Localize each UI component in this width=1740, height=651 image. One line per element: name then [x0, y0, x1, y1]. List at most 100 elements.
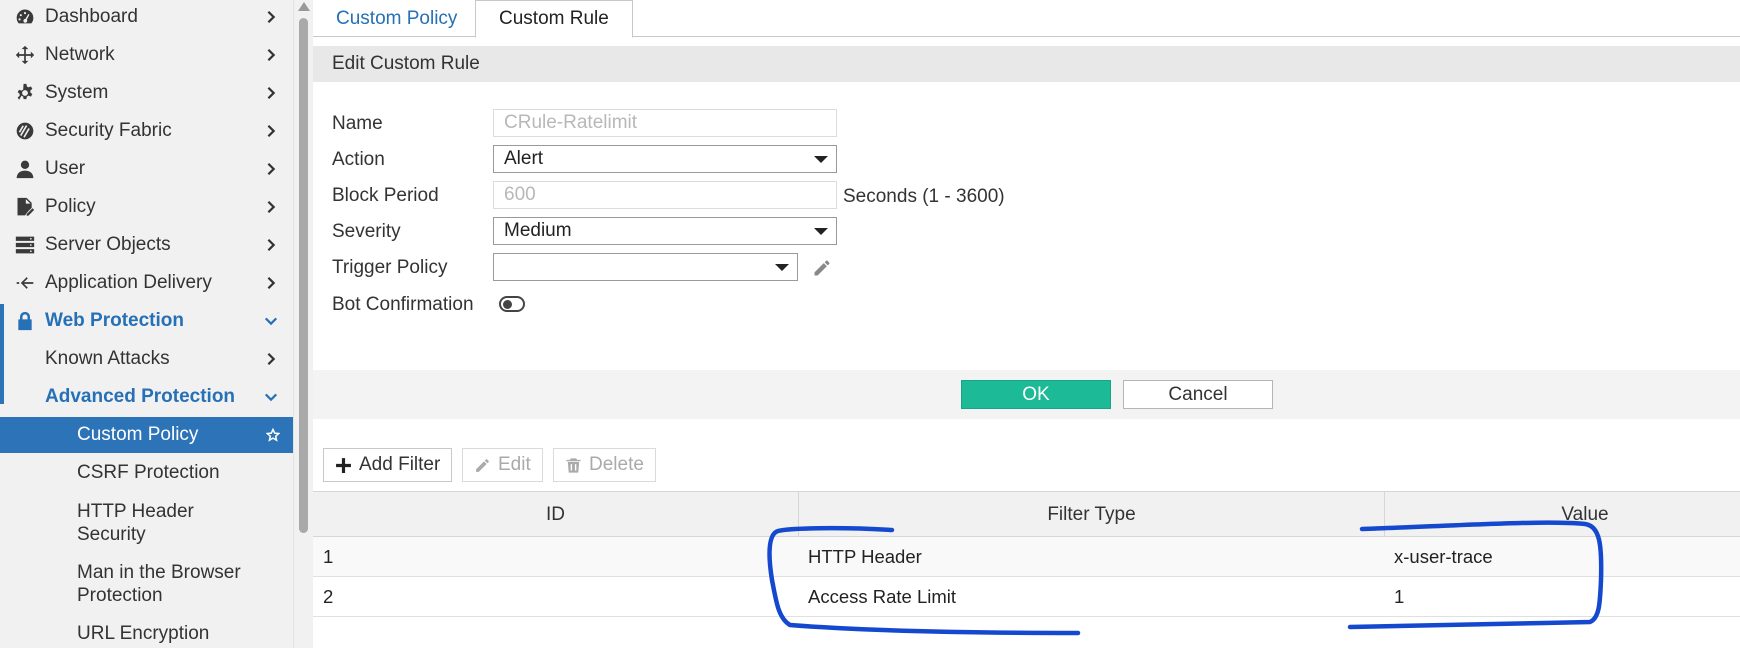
cell-id: 2 [323, 585, 334, 607]
chevron-down-icon [263, 313, 279, 329]
sidebar-item-known-attacks[interactable]: Known Attacks [0, 342, 293, 376]
sidebar: Dashboard Network System Security Fabric… [0, 0, 293, 648]
scrollbar-thumb[interactable] [299, 18, 308, 533]
caret-down-icon [814, 156, 828, 163]
user-icon [14, 158, 36, 180]
sidebar-item-label: CSRF Protection [77, 462, 220, 483]
bot-confirmation-toggle[interactable] [499, 296, 525, 312]
sidebar-item-label: Application Delivery [45, 272, 212, 293]
star-icon[interactable] [261, 423, 285, 447]
chevron-right-icon [263, 123, 279, 139]
action-select-value: Alert [504, 148, 544, 169]
sidebar-item-custom-policy[interactable]: Custom Policy [0, 417, 293, 453]
toggle-knob [503, 299, 512, 309]
cell-id: 1 [323, 545, 334, 567]
block-period-label: Block Period [332, 185, 439, 206]
form-button-bar: OK Cancel [313, 370, 1740, 419]
caret-down-icon [814, 228, 828, 235]
sidebar-item-label: Known Attacks [45, 348, 170, 369]
table-row[interactable]: 2 Access Rate Limit 1 [313, 577, 1740, 617]
sidebar-item-server-objects[interactable]: Server Objects [0, 228, 293, 262]
dashboard-icon [14, 6, 36, 28]
sidebar-item-label: Advanced Protection [45, 386, 236, 407]
delete-button[interactable]: Delete [553, 448, 656, 482]
table-row[interactable]: 1 HTTP Header x-user-trace [313, 537, 1740, 577]
sidebar-item-label: System [45, 82, 109, 103]
sidebar-item-man-in-the-browser[interactable]: Man in the Browser Protection [0, 560, 293, 608]
tab-custom-policy[interactable]: Custom Policy [313, 0, 480, 37]
action-label: Action [332, 149, 385, 170]
sidebar-item-label: Network [45, 44, 115, 65]
name-field[interactable]: CRule-Ratelimit [493, 109, 837, 137]
pencil-icon[interactable] [812, 258, 832, 284]
application-delivery-icon [14, 272, 36, 294]
main-content: Custom Policy Custom Rule Edit Custom Ru… [313, 0, 1740, 648]
sidebar-item-label: Server Objects [45, 234, 171, 255]
chevron-right-icon [263, 161, 279, 177]
policy-document-icon [14, 196, 36, 218]
cancel-button[interactable]: Cancel [1123, 380, 1273, 409]
sidebar-item-network[interactable]: Network [0, 38, 293, 72]
sidebar-item-policy[interactable]: Policy [0, 190, 293, 224]
severity-label: Severity [332, 221, 401, 242]
bot-confirmation-label: Bot Confirmation [332, 294, 474, 315]
sidebar-item-label: User [45, 158, 86, 179]
edit-label: Edit [498, 454, 531, 475]
caret-down-icon [775, 264, 789, 271]
column-header-id[interactable]: ID [313, 492, 799, 537]
block-period-field[interactable]: 600 [493, 181, 837, 209]
cell-filter-type: Access Rate Limit [808, 585, 957, 607]
chevron-down-icon [263, 389, 279, 405]
scroll-up-arrow-icon[interactable] [298, 2, 310, 11]
chevron-right-icon [263, 237, 279, 253]
chevron-right-icon [263, 351, 279, 367]
column-header-value[interactable]: Value [1385, 492, 1740, 537]
add-filter-label: Add Filter [359, 454, 441, 475]
cell-value: x-user-trace [1394, 545, 1493, 567]
sidebar-item-system[interactable]: System [0, 76, 293, 110]
trigger-policy-select[interactable] [493, 253, 798, 281]
sidebar-item-label: Web Protection [45, 310, 184, 331]
column-header-filter-type[interactable]: Filter Type [799, 492, 1385, 537]
ok-button[interactable]: OK [961, 380, 1111, 409]
sidebar-item-user[interactable]: User [0, 152, 293, 186]
sidebar-item-label: HTTP Header [77, 501, 194, 522]
sidebar-item-url-encryption[interactable]: URL Encryption [0, 617, 293, 651]
sidebar-item-web-protection[interactable]: Web Protection [0, 304, 293, 338]
server-icon [14, 234, 36, 256]
action-select[interactable]: Alert [493, 145, 837, 173]
sidebar-item-dashboard[interactable]: Dashboard [0, 0, 293, 34]
sidebar-item-label: URL Encryption [77, 623, 210, 644]
cell-filter-type: HTTP Header [808, 545, 922, 567]
sidebar-item-label: Security Fabric [45, 120, 172, 141]
chevron-right-icon [263, 47, 279, 63]
panel-title: Edit Custom Rule [313, 46, 1740, 82]
trash-icon [566, 457, 581, 473]
sidebar-item-http-header-security[interactable]: HTTP Header Security [0, 499, 293, 547]
sidebar-item-label: Policy [45, 196, 96, 217]
sidebar-item-security-fabric[interactable]: Security Fabric [0, 114, 293, 148]
tab-bar: Custom Policy Custom Rule [313, 0, 1740, 38]
chevron-right-icon [263, 199, 279, 215]
table-header: ID Filter Type Value [313, 491, 1740, 537]
add-filter-button[interactable]: Add Filter [323, 448, 453, 482]
sidebar-scrollbar[interactable] [293, 0, 313, 648]
edit-button[interactable]: Edit [462, 448, 543, 482]
sidebar-item-csrf-protection[interactable]: CSRF Protection [0, 456, 293, 490]
security-fabric-icon [14, 120, 36, 142]
delete-label: Delete [589, 454, 644, 475]
severity-select-value: Medium [504, 220, 572, 241]
sidebar-item-label-line2: Protection [77, 585, 163, 606]
sidebar-item-application-delivery[interactable]: Application Delivery [0, 266, 293, 300]
lock-icon [14, 310, 36, 332]
cell-value: 1 [1394, 585, 1405, 607]
move-arrows-icon [14, 44, 36, 66]
sidebar-item-label-line2: Security [77, 524, 146, 545]
block-period-hint: Seconds (1 - 3600) [843, 186, 1005, 207]
tab-custom-rule[interactable]: Custom Rule [475, 0, 633, 38]
severity-select[interactable]: Medium [493, 217, 837, 245]
gear-icon [14, 82, 36, 104]
sidebar-item-advanced-protection[interactable]: Advanced Protection [0, 380, 293, 414]
pencil-icon [476, 458, 489, 472]
chevron-right-icon [263, 275, 279, 291]
